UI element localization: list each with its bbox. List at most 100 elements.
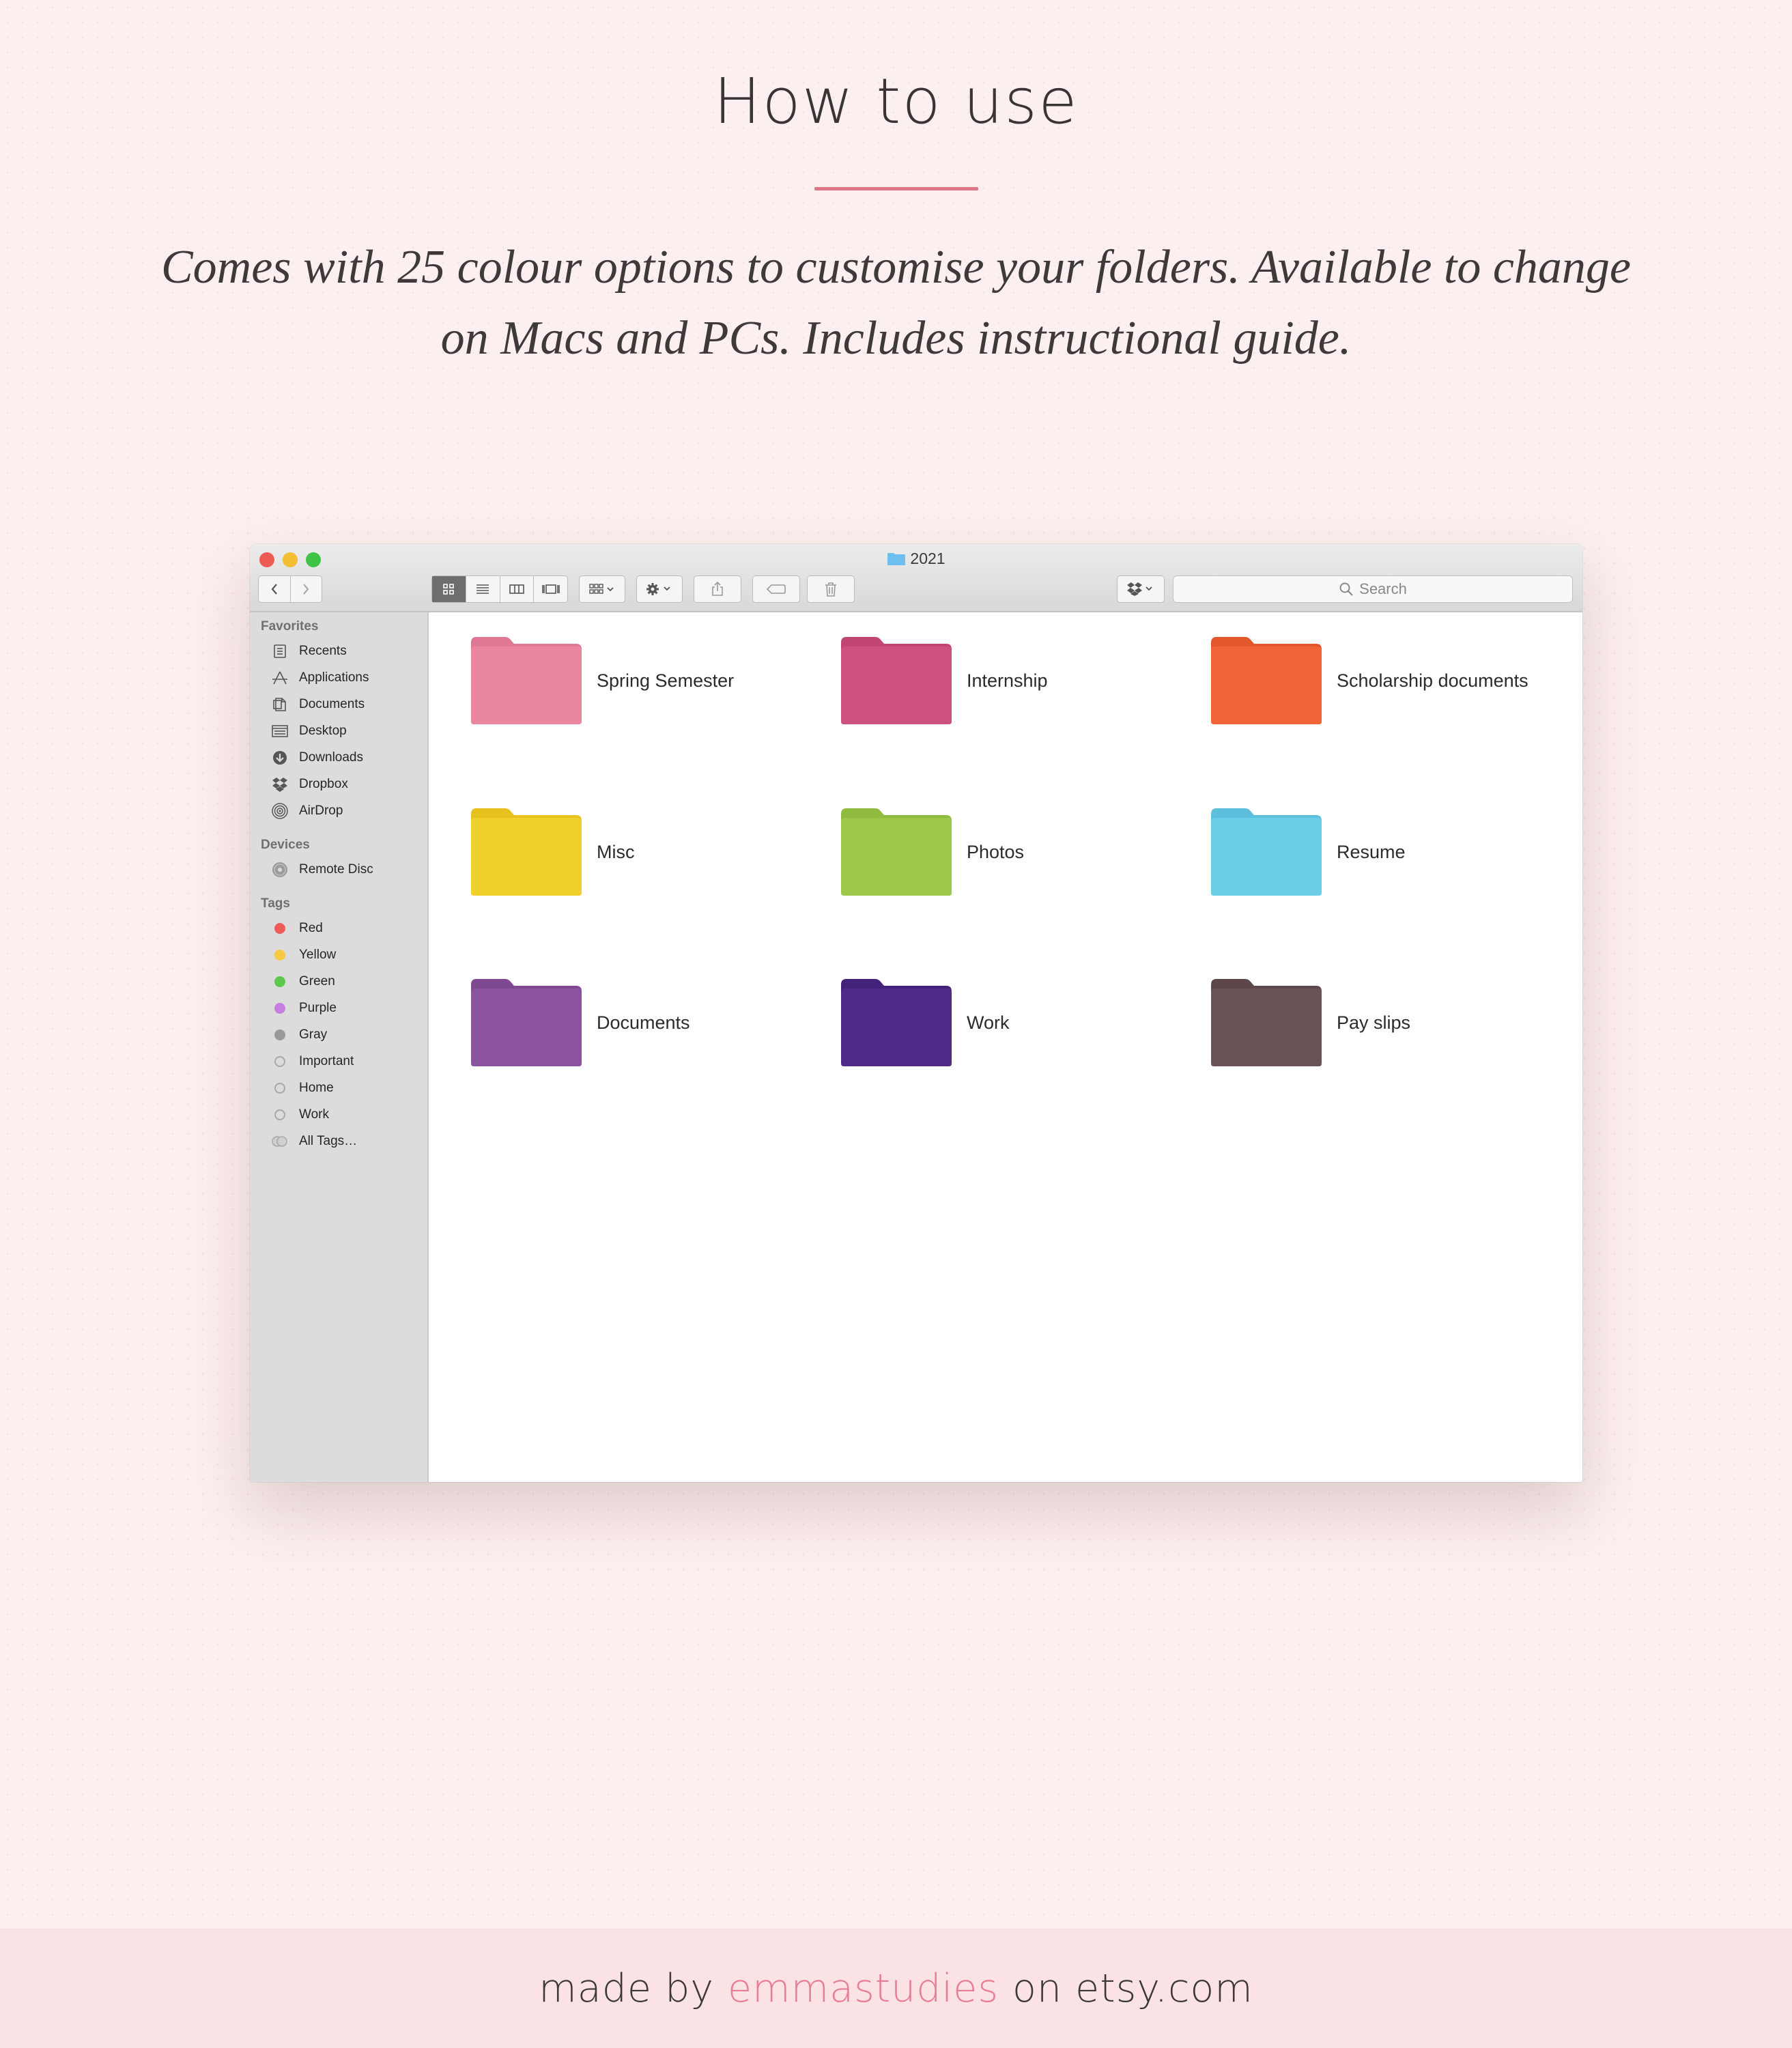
column-view-button[interactable] <box>500 576 535 602</box>
sidebar-item-label: Important <box>299 1054 354 1068</box>
folder-icon <box>841 979 952 1066</box>
sidebar-tag-all-tags[interactable]: All Tags… <box>270 1131 357 1152</box>
search-input[interactable]: Search <box>1173 575 1573 603</box>
group-by-button[interactable] <box>579 575 625 603</box>
folder-documents[interactable]: Documents <box>471 979 690 1066</box>
sidebar-item-label: AirDrop <box>299 803 343 818</box>
folder-icon <box>841 637 952 724</box>
sidebar-tag-purple[interactable]: Purple <box>270 998 337 1019</box>
tag-button[interactable] <box>752 575 800 603</box>
sidebar-tag-green[interactable]: Green <box>270 971 335 992</box>
page-title: How to use <box>713 65 1079 138</box>
folder-icon <box>887 553 906 565</box>
window-titlebar: 2021 Search <box>250 544 1582 612</box>
sidebar-heading-devices: Devices <box>261 838 310 852</box>
list-icon <box>477 584 489 594</box>
folder-label: Internship <box>967 670 1048 691</box>
sidebar-item-label: Work <box>299 1107 329 1122</box>
sidebar-item-label: Recents <box>299 644 347 658</box>
sidebar-tag-yellow[interactable]: Yellow <box>270 945 336 965</box>
sidebar-item-label: Green <box>299 974 335 989</box>
sidebar-item-dropbox[interactable]: Dropbox <box>270 774 348 795</box>
folder-label: Pay slips <box>1337 1012 1411 1033</box>
sidebar-heading-favorites: Favorites <box>261 619 319 634</box>
sidebar-tag-work[interactable]: Work <box>270 1105 329 1125</box>
gallery-view-button[interactable] <box>534 576 567 602</box>
folder-photos[interactable]: Photos <box>841 808 1024 896</box>
folder-icon <box>1211 979 1322 1066</box>
trash-icon <box>825 582 836 597</box>
applications-icon <box>272 671 287 685</box>
sidebar-tag-home[interactable]: Home <box>270 1078 334 1098</box>
sidebar-tag-important[interactable]: Important <box>270 1051 354 1072</box>
folder-scholarship-documents[interactable]: Scholarship documents <box>1211 637 1528 724</box>
folder-label: Resume <box>1337 841 1406 862</box>
list-view-button[interactable] <box>466 576 500 602</box>
sidebar-item-airdrop[interactable]: AirDrop <box>270 801 343 821</box>
sidebar-item-label: Remote Disc <box>299 862 373 877</box>
disc-icon <box>272 862 287 877</box>
folder-resume[interactable]: Resume <box>1211 808 1406 896</box>
window-title-text: 2021 <box>910 550 945 567</box>
sidebar-item-label: Home <box>299 1081 334 1095</box>
icon-view-button[interactable] <box>432 576 466 602</box>
documents-icon <box>273 698 286 711</box>
sidebar-item-label: Purple <box>299 1001 337 1015</box>
sidebar: Favorites Recents Applications Documents… <box>250 612 429 1482</box>
page-subtitle: Comes with 25 colour options to customis… <box>160 241 1631 365</box>
back-button[interactable] <box>259 576 291 602</box>
gallery-icon <box>541 584 560 594</box>
footer-brand-link[interactable]: emmastudies <box>728 1966 999 2011</box>
sidebar-item-applications[interactable]: Applications <box>270 668 369 688</box>
chevron-right-icon <box>303 584 309 595</box>
columns-icon <box>509 584 524 594</box>
sidebar-item-label: Dropbox <box>299 777 348 791</box>
search-icon <box>1339 582 1353 596</box>
folder-label: Misc <box>597 841 635 862</box>
search-placeholder: Search <box>1359 580 1407 597</box>
sidebar-item-remote-disc[interactable]: Remote Disc <box>270 859 373 880</box>
folder-misc[interactable]: Misc <box>471 808 635 896</box>
forward-button[interactable] <box>291 576 322 602</box>
group-grid-icon <box>589 584 614 594</box>
folder-icon <box>471 808 582 896</box>
sidebar-item-label: All Tags… <box>299 1134 358 1148</box>
title-divider <box>814 187 978 190</box>
dropbox-menu-button[interactable] <box>1117 575 1165 603</box>
sidebar-tag-red[interactable]: Red <box>270 918 323 939</box>
sidebar-item-desktop[interactable]: Desktop <box>270 721 347 741</box>
recents-icon <box>274 644 286 658</box>
sidebar-item-label: Red <box>299 921 323 935</box>
folder-label: Documents <box>597 1012 690 1033</box>
sidebar-item-label: Gray <box>299 1027 328 1042</box>
grid-icon <box>443 584 455 595</box>
navigation-buttons <box>258 575 322 603</box>
folder-internship[interactable]: Internship <box>841 637 1048 724</box>
finder-window: 2021 Search Favorites Recents Applicatio… <box>250 544 1582 1482</box>
folder-label: Spring Semester <box>597 670 735 691</box>
gear-icon <box>646 583 670 595</box>
footer-suffix: on etsy.com <box>1012 1965 1253 2011</box>
share-icon <box>712 581 723 596</box>
footer-prefix: made by <box>539 1965 715 2011</box>
sidebar-tag-gray[interactable]: Gray <box>270 1025 327 1045</box>
dropbox-icon <box>272 778 287 792</box>
delete-button[interactable] <box>807 575 855 603</box>
desktop-icon <box>272 725 288 737</box>
share-button[interactable] <box>694 575 741 603</box>
action-menu-button[interactable] <box>636 575 683 603</box>
sidebar-item-downloads[interactable]: Downloads <box>270 748 363 768</box>
sidebar-item-recents[interactable]: Recents <box>270 641 347 662</box>
sidebar-heading-tags: Tags <box>261 896 290 911</box>
folder-work[interactable]: Work <box>841 979 1010 1066</box>
folder-pay-slips[interactable]: Pay slips <box>1211 979 1410 1066</box>
chevron-left-icon <box>271 584 277 595</box>
sidebar-item-documents[interactable]: Documents <box>270 694 365 715</box>
folder-label: Photos <box>967 841 1025 862</box>
window-title: 2021 <box>250 550 1582 568</box>
dropbox-icon <box>1127 582 1152 596</box>
folder-label: Scholarship documents <box>1337 670 1528 691</box>
sidebar-item-label: Applications <box>299 670 369 685</box>
tag-icon <box>766 584 786 594</box>
folder-spring-semester[interactable]: Spring Semester <box>471 637 734 724</box>
